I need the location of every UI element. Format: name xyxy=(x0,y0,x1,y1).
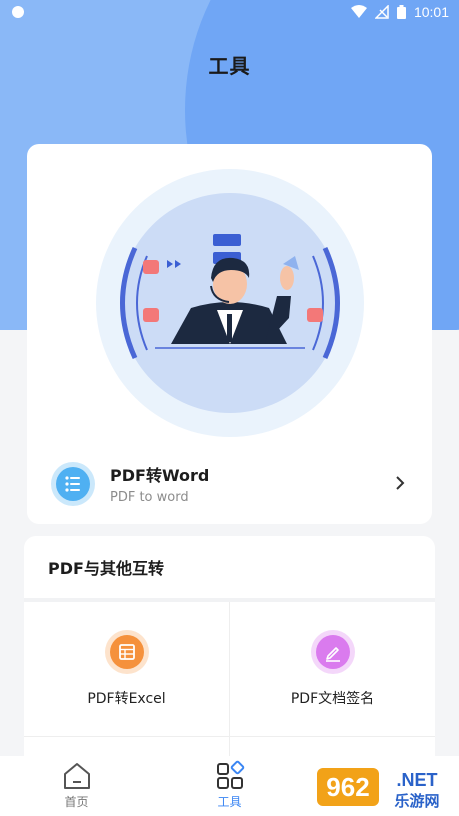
featured-tool-card[interactable]: PDF转Word PDF to word xyxy=(27,144,432,524)
status-time: 10:01 xyxy=(413,4,449,20)
svg-text:.NET: .NET xyxy=(396,770,437,790)
featured-tool-row[interactable]: PDF转Word PDF to word xyxy=(27,456,432,512)
no-signal-icon xyxy=(374,5,389,19)
battery-icon xyxy=(396,5,406,19)
wifi-icon xyxy=(350,5,367,18)
pen-signature-icon xyxy=(311,630,355,674)
excel-table-icon xyxy=(105,630,149,674)
tool-pdf-sign[interactable]: PDF文档签名 xyxy=(230,602,435,736)
page-title: 工具 xyxy=(208,54,251,78)
tab-home[interactable]: 首页 xyxy=(0,756,153,816)
featured-tool-name: PDF转Word xyxy=(110,466,210,485)
pdf-conversion-section: PDF与其他互转 PDF转Excel PDF文档签名 xyxy=(24,536,435,776)
home-icon xyxy=(64,763,90,789)
tools-grid-icon xyxy=(217,760,245,789)
tab-label: 工具 xyxy=(217,795,242,809)
status-bar: 10:01 xyxy=(0,0,459,26)
tab-label: 首页 xyxy=(64,795,89,809)
section-title: PDF与其他互转 xyxy=(48,559,164,578)
svg-text:962: 962 xyxy=(326,772,369,802)
grid-divider xyxy=(24,736,435,737)
svg-text:乐游网: 乐游网 xyxy=(394,792,439,810)
featured-tool-subtitle: PDF to word xyxy=(110,490,189,505)
tool-label: PDF文档签名 xyxy=(290,691,375,707)
word-list-icon xyxy=(51,462,95,506)
site-watermark-logo: 962 .NET 乐游网 xyxy=(317,768,440,810)
tool-pdf-to-excel[interactable]: PDF转Excel xyxy=(24,602,229,736)
customer-service-illustration xyxy=(96,169,364,437)
tab-tools[interactable]: 工具 xyxy=(153,756,306,816)
notification-dot-icon xyxy=(12,6,24,18)
chevron-right-icon[interactable] xyxy=(394,474,406,492)
tool-label: PDF转Excel xyxy=(87,691,166,707)
